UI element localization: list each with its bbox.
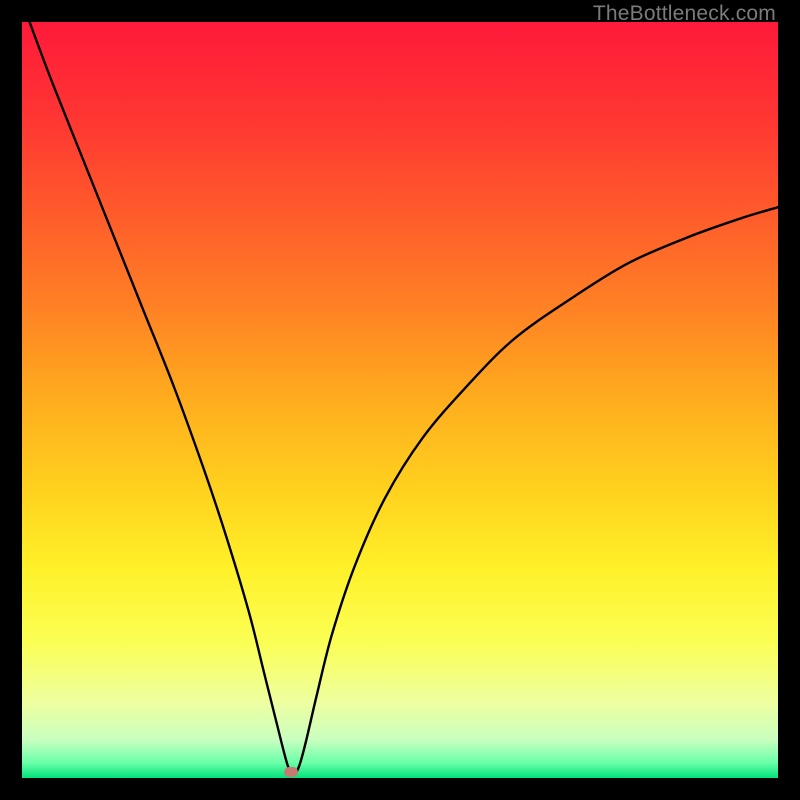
optimum-marker <box>284 767 298 777</box>
watermark-text: TheBottleneck.com <box>593 2 776 26</box>
plot-area <box>22 22 778 778</box>
chart-frame <box>22 22 778 778</box>
bottleneck-curve <box>22 22 778 778</box>
